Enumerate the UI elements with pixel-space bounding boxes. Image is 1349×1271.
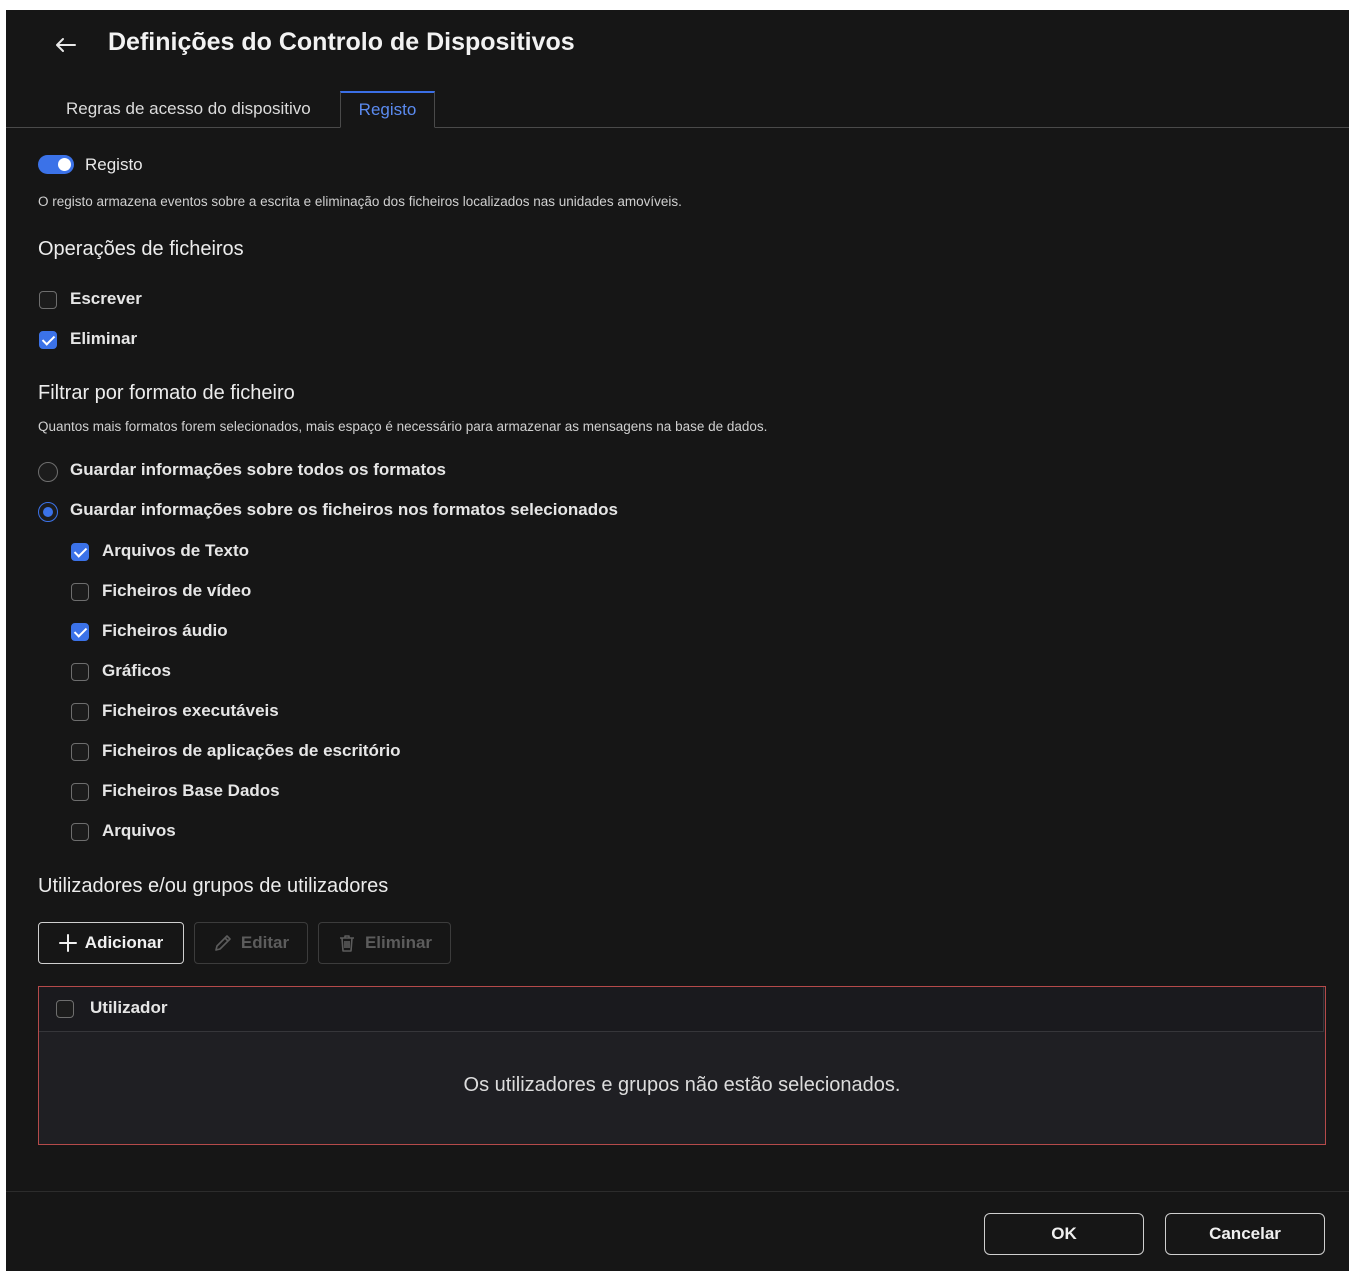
tab-device-access-rules[interactable]: Regras de acesso do dispositivo: [66, 90, 311, 127]
format-graphics-label: Gráficos: [102, 661, 171, 680]
format-office-label: Ficheiros de aplicações de escritório: [102, 741, 401, 760]
delete-label: Eliminar: [70, 329, 138, 348]
write-checkbox[interactable]: [39, 291, 57, 309]
format-filter-description: Quantos mais formatos forem selecionados…: [38, 419, 768, 434]
toggle-knob: [58, 158, 71, 171]
edit-button-label: Editar: [240, 933, 290, 952]
all-formats-radio[interactable]: [38, 462, 58, 482]
delete-button-label: Eliminar: [364, 933, 433, 952]
tab-logging[interactable]: Registo: [340, 91, 435, 128]
add-button-label: Adicionar: [84, 933, 164, 952]
back-button[interactable]: [50, 30, 80, 60]
select-all-checkbox[interactable]: [56, 1000, 74, 1018]
delete-checkbox[interactable]: [39, 331, 57, 349]
footer: OK Cancelar: [6, 1191, 1349, 1271]
logging-toggle-label: Registo: [85, 155, 143, 174]
edit-button[interactable]: Editar: [194, 922, 308, 964]
format-archives-label: Arquivos: [102, 821, 176, 840]
selected-formats-label: Guardar informações sobre os ficheiros n…: [70, 500, 618, 519]
ok-button[interactable]: OK: [984, 1213, 1144, 1255]
format-filter-title: Filtrar por formato de ficheiro: [38, 382, 295, 404]
format-graphics-checkbox[interactable]: [71, 663, 89, 681]
all-formats-label: Guardar informações sobre todos os forma…: [70, 460, 446, 479]
pencil-icon: [215, 935, 231, 951]
header: Definições do Controlo de Dispositivos: [6, 10, 1349, 78]
format-text-checkbox[interactable]: [71, 543, 89, 561]
format-database-checkbox[interactable]: [71, 783, 89, 801]
format-audio-label: Ficheiros áudio: [102, 621, 228, 640]
file-operations-title: Operações de ficheiros: [38, 238, 244, 260]
table-empty-message: Os utilizadores e grupos não estão selec…: [463, 1074, 901, 1096]
trash-icon: [339, 935, 354, 952]
format-audio-checkbox[interactable]: [71, 623, 89, 641]
users-title: Utilizadores e/ou grupos de utilizadores: [38, 875, 389, 897]
format-text-label: Arquivos de Texto: [102, 541, 250, 560]
format-database-label: Ficheiros Base Dados: [102, 781, 280, 800]
cancel-button[interactable]: Cancelar: [1165, 1213, 1325, 1255]
table-header: Utilizador: [39, 987, 1324, 1032]
selected-formats-radio[interactable]: [38, 502, 58, 522]
arrow-left-icon: [56, 38, 76, 52]
logging-toggle[interactable]: [38, 155, 74, 174]
tab-bar: Regras de acesso do dispositivo Registo: [6, 90, 1349, 128]
users-table: Utilizador Os utilizadores e grupos não …: [38, 986, 1326, 1145]
logging-description: O registo armazena eventos sobre a escri…: [38, 194, 682, 209]
settings-window: Definições do Controlo de Dispositivos R…: [6, 10, 1349, 1271]
format-video-label: Ficheiros de vídeo: [102, 581, 252, 600]
delete-button[interactable]: Eliminar: [318, 922, 451, 964]
write-label: Escrever: [70, 289, 142, 308]
format-executables-checkbox[interactable]: [71, 703, 89, 721]
page-title: Definições do Controlo de Dispositivos: [108, 28, 575, 56]
plus-icon: [58, 934, 77, 952]
add-button[interactable]: Adicionar: [38, 922, 184, 964]
format-archives-checkbox[interactable]: [71, 823, 89, 841]
format-executables-label: Ficheiros executáveis: [102, 701, 279, 720]
format-video-checkbox[interactable]: [71, 583, 89, 601]
column-user-header[interactable]: Utilizador: [90, 998, 167, 1018]
format-office-checkbox[interactable]: [71, 743, 89, 761]
